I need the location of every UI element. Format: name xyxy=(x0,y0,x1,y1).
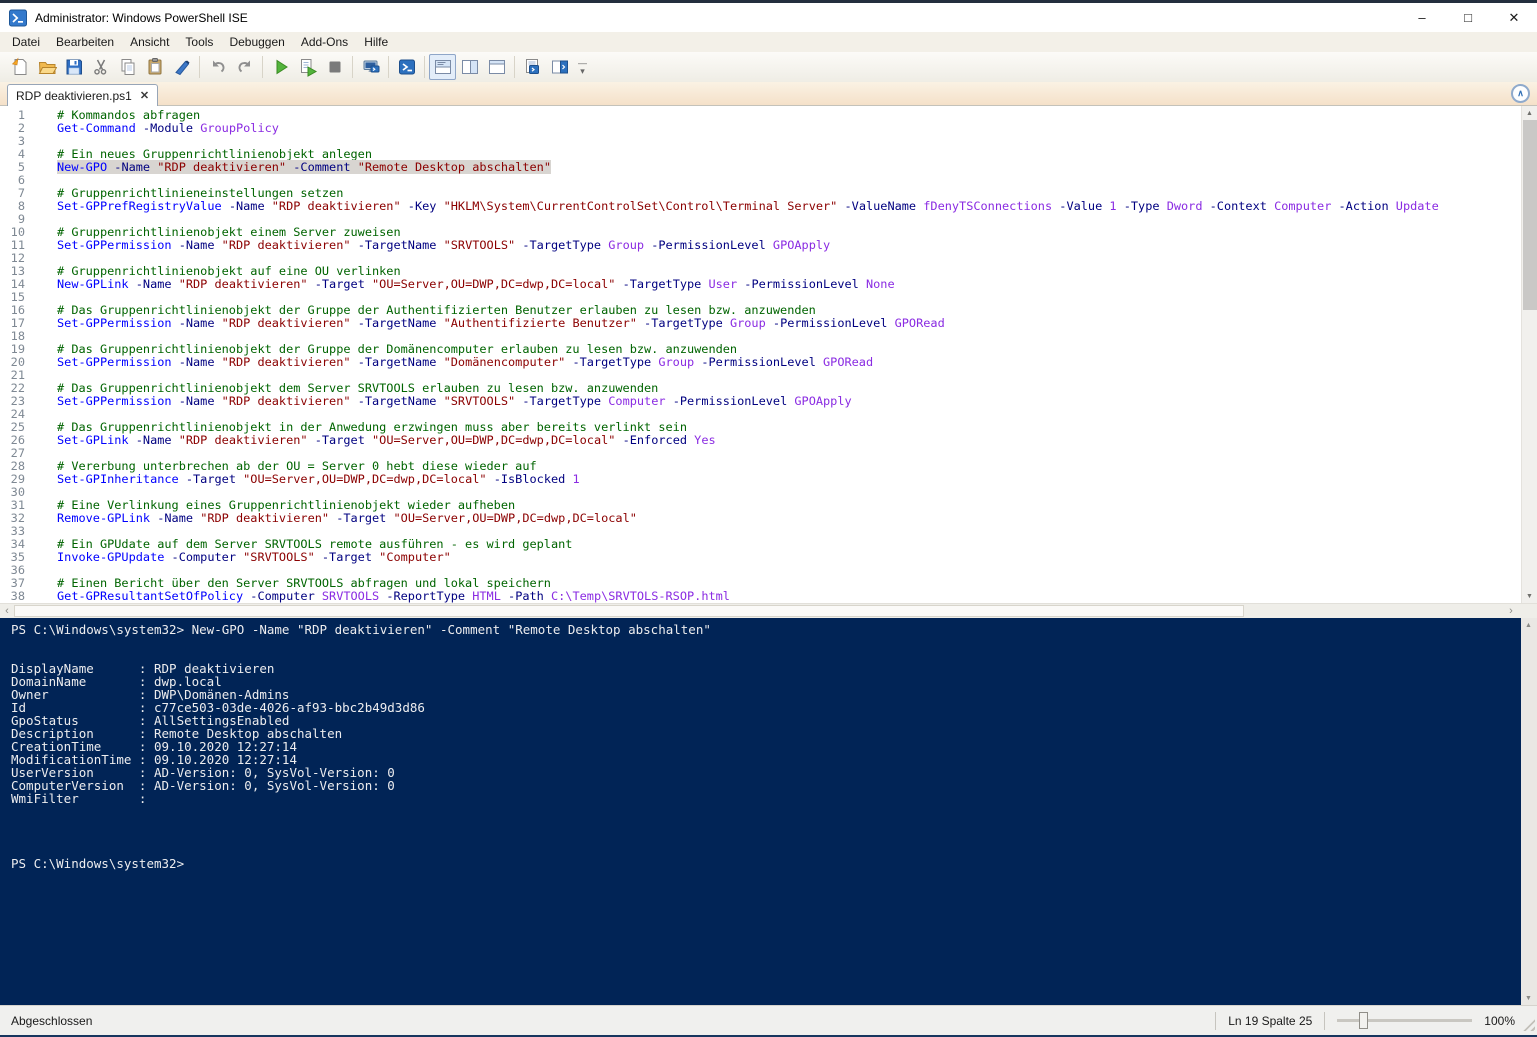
save-icon[interactable] xyxy=(60,54,87,80)
editor-vertical-scrollbar[interactable]: ▲ ▼ xyxy=(1521,106,1537,603)
toolbar-separator xyxy=(262,56,263,78)
new-script-icon[interactable] xyxy=(6,54,33,80)
status-separator xyxy=(1324,1012,1325,1030)
chevron-up-icon: ∧ xyxy=(1517,88,1524,99)
close-button[interactable]: ✕ xyxy=(1491,3,1537,32)
status-bar: Abgeschlossen Ln 19 Spalte 25 100% xyxy=(0,1005,1537,1035)
scroll-left-icon[interactable]: ‹ xyxy=(0,604,14,618)
code-line[interactable]: Set-GPPermission -Name "RDP deaktivieren… xyxy=(57,317,1537,330)
menu-ansicht[interactable]: Ansicht xyxy=(122,33,177,51)
line-number: 8 xyxy=(0,200,30,213)
stop-icon[interactable] xyxy=(321,54,348,80)
editor-horizontal-scrollbar[interactable]: ‹ › xyxy=(0,603,1537,618)
code-line[interactable]: Get-GPResultantSetOfPolicy -Computer SRV… xyxy=(57,590,1537,603)
clear-console-icon[interactable] xyxy=(168,54,195,80)
code-line[interactable]: Remove-GPLink -Name "RDP deaktivieren" -… xyxy=(57,512,1537,525)
minimize-button[interactable]: – xyxy=(1399,3,1445,32)
redo-icon[interactable] xyxy=(231,54,258,80)
layout-script-right-icon[interactable] xyxy=(456,54,483,80)
code-line[interactable]: Get-Command -Module GroupPolicy xyxy=(57,122,1537,135)
code-line[interactable]: New-GPO -Name "RDP deaktivieren" -Commen… xyxy=(57,161,1537,174)
powershell-app-icon xyxy=(9,9,27,27)
line-column-indicator: Ln 19 Spalte 25 xyxy=(1228,1014,1312,1028)
editor-vscroll-thumb[interactable] xyxy=(1523,120,1537,310)
paste-icon[interactable] xyxy=(141,54,168,80)
code-line[interactable]: Set-GPLink -Name "RDP deaktivieren" -Tar… xyxy=(57,434,1537,447)
open-script-icon[interactable] xyxy=(33,54,60,80)
script-tab-label: RDP deaktivieren.ps1 xyxy=(16,89,132,103)
toolbar-separator xyxy=(352,56,353,78)
editor-gutter: 1234567891011121314151617181920212223242… xyxy=(0,106,30,603)
run-selection-icon[interactable] xyxy=(294,54,321,80)
toolbar-separator xyxy=(199,56,200,78)
menu-addons[interactable]: Add-Ons xyxy=(293,33,356,51)
show-command-window-icon[interactable] xyxy=(546,54,573,80)
menu-bearbeiten[interactable]: Bearbeiten xyxy=(48,33,122,51)
scroll-up-icon[interactable]: ▲ xyxy=(1522,106,1537,120)
line-number: 7 xyxy=(0,187,30,200)
window-title: Administrator: Windows PowerShell ISE xyxy=(35,11,248,25)
show-script-pane-icon[interactable] xyxy=(519,54,546,80)
zoom-slider[interactable] xyxy=(1337,1019,1472,1022)
scrollbar-corner xyxy=(1519,604,1537,618)
window-controls: – □ ✕ xyxy=(1399,3,1537,32)
undo-icon[interactable] xyxy=(204,54,231,80)
script-editor-pane[interactable]: 1234567891011121314151617181920212223242… xyxy=(0,106,1537,603)
code-line[interactable]: Set-GPInheritance -Target "OU=Server,OU=… xyxy=(57,473,1537,486)
selected-text[interactable]: New-GPO -Name "RDP deaktivieren" -Commen… xyxy=(57,160,551,174)
scroll-up-icon[interactable]: ▲ xyxy=(1521,618,1536,632)
toolbar-separator xyxy=(424,56,425,78)
line-number: 6 xyxy=(0,174,30,187)
tab-strip: RDP deaktivieren.ps1 ✕ ∧ xyxy=(0,82,1537,106)
editor-code[interactable]: # Kommandos abfragenGet-Command -Module … xyxy=(30,106,1537,603)
script-tab[interactable]: RDP deaktivieren.ps1 ✕ xyxy=(7,84,158,106)
titlebar: Administrator: Windows PowerShell ISE – … xyxy=(0,3,1537,32)
console-vertical-scrollbar[interactable]: ▲ ▼ xyxy=(1521,618,1537,1005)
resize-grip-icon[interactable] xyxy=(1522,1018,1535,1031)
scroll-down-icon[interactable]: ▼ xyxy=(1522,589,1537,603)
line-number: 5 xyxy=(0,161,30,174)
scroll-right-icon[interactable]: › xyxy=(1504,604,1518,618)
run-script-icon[interactable] xyxy=(267,54,294,80)
code-line[interactable]: New-GPLink -Name "RDP deaktivieren" -Tar… xyxy=(57,278,1537,291)
status-separator xyxy=(1215,1012,1216,1030)
line-number: 3 xyxy=(0,135,30,148)
line-number: 4 xyxy=(0,148,30,161)
start-powershell-icon[interactable] xyxy=(393,54,420,80)
menu-tools[interactable]: Tools xyxy=(177,33,221,51)
console-pane[interactable]: PS C:\Windows\system32> New-GPO -Name "R… xyxy=(0,618,1537,1005)
status-message: Abgeschlossen xyxy=(11,1014,92,1028)
remote-powershell-tab-icon[interactable] xyxy=(357,54,384,80)
code-line[interactable]: Invoke-GPUpdate -Computer "SRVTOOLS" -Ta… xyxy=(57,551,1537,564)
zoom-slider-thumb[interactable] xyxy=(1359,1012,1368,1029)
maximize-button[interactable]: □ xyxy=(1445,3,1491,32)
layout-script-top-icon[interactable] xyxy=(429,54,456,80)
line-number: 2 xyxy=(0,122,30,135)
layout-script-maximized-icon[interactable] xyxy=(483,54,510,80)
scroll-down-icon[interactable]: ▼ xyxy=(1521,991,1536,1005)
copy-icon[interactable] xyxy=(114,54,141,80)
toolbar-overflow-icon[interactable]: —▾ xyxy=(578,59,587,75)
zoom-level: 100% xyxy=(1484,1014,1515,1028)
console-text[interactable]: PS C:\Windows\system32> New-GPO -Name "R… xyxy=(0,618,1537,870)
code-line[interactable]: Set-GPPermission -Name "RDP deaktivieren… xyxy=(57,395,1537,408)
menu-datei[interactable]: Datei xyxy=(4,33,48,51)
code-line[interactable]: Set-GPPermission -Name "RDP deaktivieren… xyxy=(57,356,1537,369)
collapse-script-pane-button[interactable]: ∧ xyxy=(1511,84,1530,103)
line-number: 1 xyxy=(0,109,30,122)
status-right-cluster: Ln 19 Spalte 25 100% xyxy=(1215,1012,1515,1030)
code-line[interactable]: Set-GPPrefRegistryValue -Name "RDP deakt… xyxy=(57,200,1537,213)
toolbar: —▾ xyxy=(0,52,1537,82)
menubar: Datei Bearbeiten Ansicht Tools Debuggen … xyxy=(0,32,1537,52)
toolbar-separator xyxy=(388,56,389,78)
line-number: 38 xyxy=(0,590,30,603)
cut-icon[interactable] xyxy=(87,54,114,80)
editor-hscroll-thumb[interactable] xyxy=(14,605,1244,617)
tab-close-icon[interactable]: ✕ xyxy=(140,89,149,102)
code-line[interactable]: Set-GPPermission -Name "RDP deaktivieren… xyxy=(57,239,1537,252)
menu-debuggen[interactable]: Debuggen xyxy=(221,33,292,51)
toolbar-separator xyxy=(514,56,515,78)
code-line[interactable]: # Kommandos abfragen xyxy=(57,109,1537,122)
menu-hilfe[interactable]: Hilfe xyxy=(356,33,396,51)
